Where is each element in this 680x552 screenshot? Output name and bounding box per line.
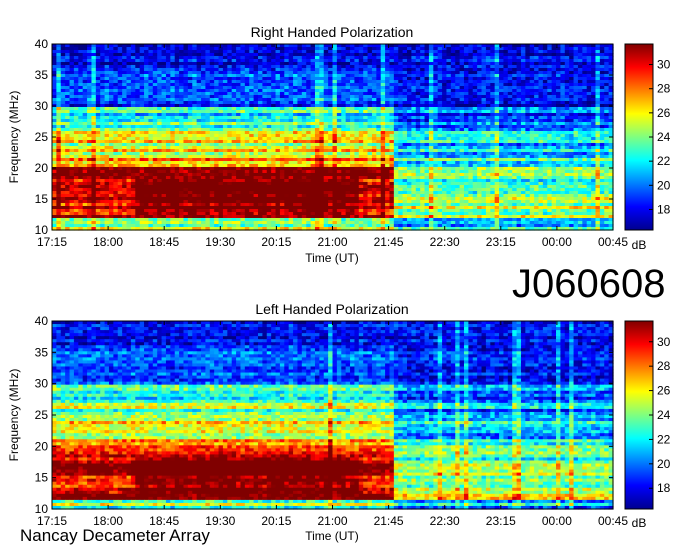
spectrogram-right <box>52 44 614 231</box>
panel-right-polarization: Right Handed Polarization 17:15 18:00 18:4… <box>7 24 671 265</box>
panel-title-right: Right Handed Polarization <box>251 24 414 40</box>
